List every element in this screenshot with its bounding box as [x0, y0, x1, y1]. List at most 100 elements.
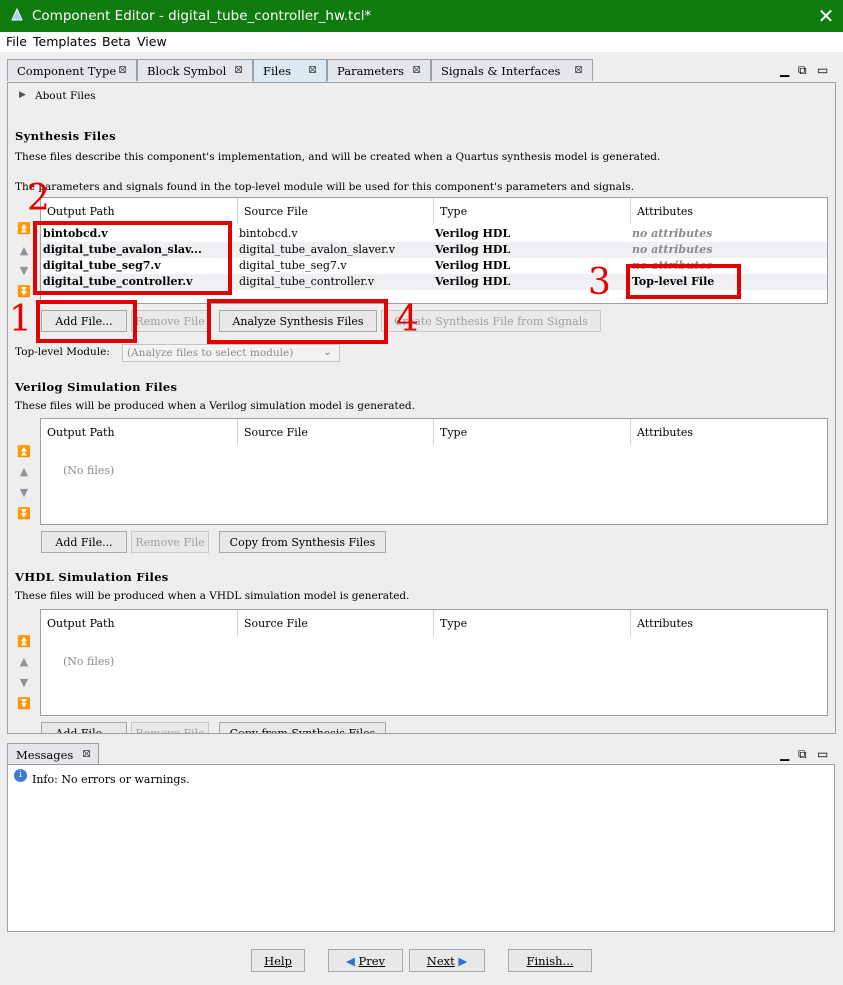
restore-icon[interactable]: ⧉: [798, 747, 807, 762]
vhdl-sim-title: VHDL Simulation Files: [15, 570, 169, 584]
remove-file-button[interactable]: Remove File: [131, 722, 209, 733]
maximize-icon[interactable]: ▭: [817, 747, 828, 761]
tab-close-icon[interactable]: ⊠: [412, 63, 421, 76]
tab-close-icon[interactable]: ⊠: [308, 63, 317, 76]
copy-from-synthesis-button[interactable]: Copy from Synthesis Files: [219, 722, 386, 733]
toplevel-module-label: Top-level Module:: [15, 346, 110, 358]
col-type[interactable]: Type: [434, 198, 631, 224]
synthesis-desc: These files describe this component's im…: [15, 151, 661, 163]
prev-label: Prev: [358, 954, 386, 968]
minimize-icon[interactable]: ▁: [780, 63, 789, 77]
move-bottom-icon[interactable]: ⏬: [17, 508, 31, 520]
move-top-icon[interactable]: ⏫: [17, 446, 31, 458]
arrow-right-icon: ▶: [458, 954, 468, 968]
col-output-path[interactable]: Output Path: [41, 419, 238, 445]
prev-button[interactable]: ◀ Prev: [328, 949, 403, 972]
help-button[interactable]: Help: [251, 949, 305, 972]
annotation-number: 4: [396, 299, 419, 340]
tab-messages[interactable]: Messages ⊠: [7, 743, 99, 765]
col-output-path[interactable]: Output Path: [41, 610, 238, 636]
files-panel: ▶ About Files Synthesis Files These file…: [7, 82, 836, 734]
move-up-icon[interactable]: ▲: [17, 245, 31, 257]
expand-icon[interactable]: ▶: [19, 90, 26, 100]
move-bottom-icon[interactable]: ⏬: [17, 286, 31, 298]
cell-type: Verilog HDL: [435, 227, 511, 240]
toplevel-module-value: (Analyze files to select module): [127, 347, 294, 359]
annotation-box-4: [207, 299, 388, 344]
tab-close-icon[interactable]: ⊠: [82, 747, 91, 760]
menu-beta[interactable]: Beta: [102, 34, 131, 49]
toplevel-module-select[interactable]: (Analyze files to select module) ⌄: [122, 344, 340, 362]
editor-tabs: Component Type ⊠ Block Symbol ⊠ Files ⊠ …: [7, 59, 837, 82]
move-top-icon[interactable]: ⏫: [17, 223, 31, 235]
tab-close-icon[interactable]: ⊠: [234, 63, 243, 76]
col-source-file[interactable]: Source File: [238, 419, 434, 445]
maximize-icon[interactable]: ▭: [817, 63, 828, 77]
tab-label: Signals & Interfaces: [441, 64, 561, 78]
col-source-file[interactable]: Source File: [238, 610, 434, 636]
minimize-icon[interactable]: ▁: [780, 747, 789, 761]
cell-attr: no attributes: [632, 243, 713, 256]
col-attributes[interactable]: Attributes: [631, 610, 827, 636]
synthesis-desc-2: The parameters and signals found in the …: [15, 181, 635, 193]
tab-signals-interfaces[interactable]: Signals & Interfaces ⊠: [431, 59, 593, 81]
next-button[interactable]: Next ▶: [409, 949, 485, 972]
menu-view[interactable]: View: [137, 34, 167, 49]
col-attributes[interactable]: Attributes: [631, 419, 827, 445]
tab-parameters[interactable]: Parameters ⊠: [327, 59, 431, 81]
tab-component-type[interactable]: Component Type ⊠: [7, 59, 137, 81]
cell-source: digital_tube_controller.v: [239, 275, 375, 288]
verilog-sim-title: Verilog Simulation Files: [15, 380, 178, 394]
menu-file[interactable]: File: [6, 34, 27, 49]
window-title: Component Editor - digital_tube_controll…: [32, 8, 372, 24]
next-label: Next: [426, 954, 455, 968]
col-type[interactable]: Type: [434, 419, 631, 445]
annotation-number: 2: [27, 178, 50, 219]
move-down-icon[interactable]: ▼: [17, 265, 31, 277]
move-up-icon[interactable]: ▲: [17, 656, 31, 668]
add-file-button[interactable]: Add File...: [41, 531, 127, 553]
remove-file-button[interactable]: Remove File: [131, 310, 209, 332]
menu-bar: File Templates Beta View: [0, 32, 843, 52]
col-source-file[interactable]: Source File: [238, 198, 434, 224]
move-down-icon[interactable]: ▼: [17, 487, 31, 499]
vhdl-sim-desc: These files will be produced when a VHDL…: [15, 590, 410, 602]
vhdl-sim-table: Output Path Source File Type Attributes …: [40, 609, 828, 716]
cell-source: digital_tube_seg7.v: [239, 259, 347, 272]
arrow-left-icon: ◀: [345, 954, 355, 968]
title-bar: Component Editor - digital_tube_controll…: [0, 0, 843, 32]
help-label: Help: [264, 954, 292, 968]
move-down-icon[interactable]: ▼: [17, 677, 31, 689]
tab-close-icon[interactable]: ⊠: [574, 63, 583, 76]
synthesis-title: Synthesis Files: [15, 129, 116, 143]
info-message: Info: No errors or warnings.: [32, 773, 190, 786]
verilog-reorder: ⏫ ▲ ▼ ⏬: [17, 446, 35, 521]
remove-file-button[interactable]: Remove File: [131, 531, 209, 553]
annotation-number: 3: [588, 262, 611, 303]
about-files[interactable]: About Files: [35, 90, 96, 102]
cell-source: bintobcd.v: [239, 227, 298, 240]
restore-icon[interactable]: ⧉: [798, 63, 807, 78]
close-icon[interactable]: ✕: [814, 4, 838, 28]
tab-files[interactable]: Files ⊠: [253, 59, 327, 82]
finish-button[interactable]: Finish...: [508, 949, 592, 972]
copy-from-synthesis-button[interactable]: Copy from Synthesis Files: [219, 531, 386, 553]
col-attributes[interactable]: Attributes: [631, 198, 827, 224]
add-file-button[interactable]: Add File...: [41, 722, 127, 733]
tab-close-icon[interactable]: ⊠: [118, 63, 127, 76]
finish-label: Finish...: [526, 954, 574, 968]
verilog-sim-table: Output Path Source File Type Attributes …: [40, 418, 828, 525]
empty-message: (No files): [63, 655, 115, 668]
col-type[interactable]: Type: [434, 610, 631, 636]
menu-templates[interactable]: Templates: [33, 34, 97, 49]
vhdl-reorder: ⏫ ▲ ▼ ⏬: [17, 636, 35, 711]
move-up-icon[interactable]: ▲: [17, 466, 31, 478]
move-bottom-icon[interactable]: ⏬: [17, 698, 31, 710]
cell-attr: no attributes: [632, 227, 713, 240]
app-icon: [11, 8, 23, 21]
move-top-icon[interactable]: ⏫: [17, 636, 31, 648]
cell-source: digital_tube_avalon_slaver.v: [239, 243, 395, 256]
tab-block-symbol[interactable]: Block Symbol ⊠: [137, 59, 253, 81]
tab-label: Component Type: [17, 64, 117, 78]
messages-panel: i Info: No errors or warnings.: [7, 764, 835, 932]
